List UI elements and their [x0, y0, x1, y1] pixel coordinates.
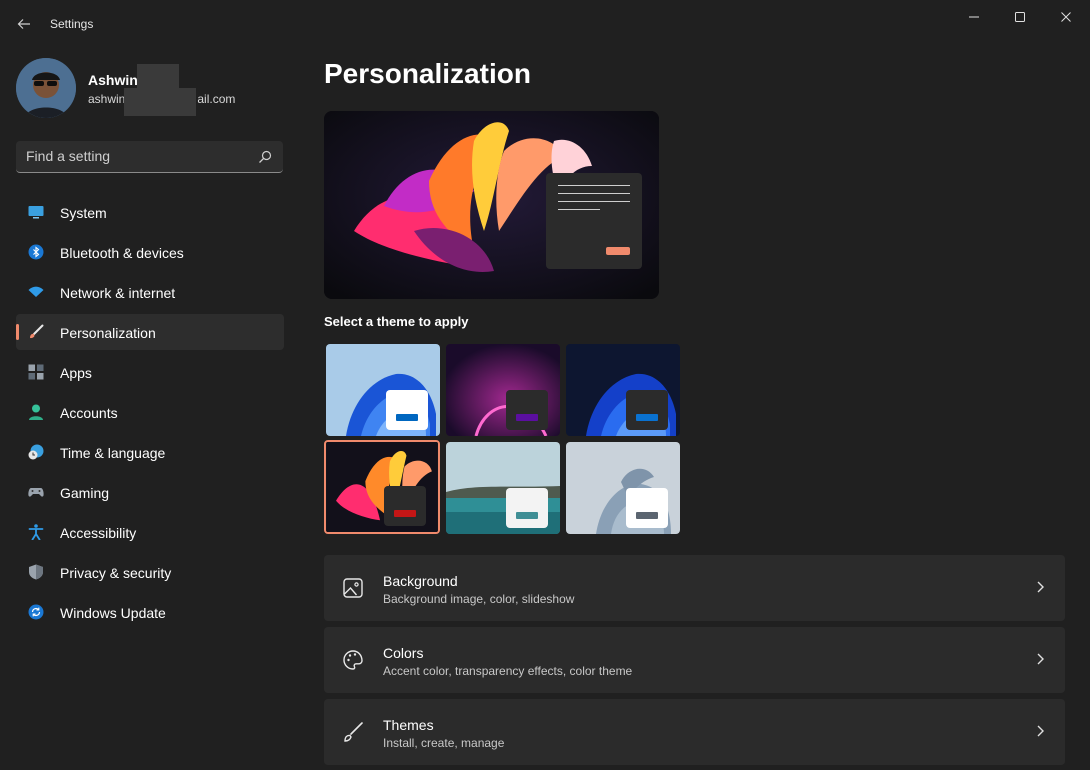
sidebar-nav: System Bluetooth & devices Network & int…: [16, 194, 284, 634]
preview-text-line: [558, 201, 630, 202]
theme-preview-chip: [626, 488, 668, 528]
sidebar-item-apps[interactable]: Apps: [16, 354, 284, 390]
setting-title: Background: [383, 573, 458, 589]
brush-icon: [344, 722, 363, 742]
theme-accent-bar: [394, 510, 416, 517]
sidebar-item-windows-update[interactable]: Windows Update: [16, 594, 284, 630]
sidebar-item-label: Time & language: [60, 445, 166, 461]
back-arrow-icon: [17, 19, 30, 29]
theme-section-heading: Select a theme to apply: [324, 314, 469, 329]
theme-tile-glow[interactable]: [446, 344, 560, 436]
theme-tile-windows-dark[interactable]: [566, 344, 680, 436]
sidebar-item-personalization[interactable]: Personalization: [16, 314, 284, 350]
user-name: Ashwin: [88, 72, 138, 88]
theme-preview: [324, 111, 659, 299]
sidebar-item-accessibility[interactable]: Accessibility: [16, 514, 284, 550]
sidebar-item-label: Privacy & security: [60, 565, 172, 581]
maximize-button[interactable]: [1000, 6, 1040, 28]
avatar: [16, 58, 76, 118]
sidebar-item-system[interactable]: System: [16, 194, 284, 230]
sidebar-item-network-internet[interactable]: Network & internet: [16, 274, 284, 310]
theme-preview-chip: [386, 390, 428, 430]
bluetooth-icon: [28, 244, 44, 260]
setting-subtitle: Background image, color, slideshow: [383, 592, 575, 606]
setting-subtitle: Accent color, transparency effects, colo…: [383, 664, 633, 678]
setting-colors[interactable]: Colors Accent color, transparency effect…: [324, 627, 1065, 693]
setting-background[interactable]: Background Background image, color, slid…: [324, 555, 1065, 621]
setting-themes[interactable]: Themes Install, create, manage: [324, 699, 1065, 765]
theme-tile-captured-motion[interactable]: [324, 440, 440, 534]
maximize-icon: [1015, 12, 1025, 22]
system-icon: [28, 206, 44, 219]
theme-accent-bar: [636, 512, 658, 519]
personalization-brush-icon: [30, 324, 44, 339]
accessibility-icon: [28, 524, 44, 540]
sidebar-item-privacy-security[interactable]: Privacy & security: [16, 554, 284, 590]
theme-tile-flow[interactable]: [566, 442, 680, 534]
minimize-button[interactable]: [954, 6, 994, 28]
theme-preview-chip: [384, 486, 426, 526]
sidebar-item-label: Accessibility: [60, 525, 137, 541]
preview-window-mock: [546, 173, 642, 269]
palette-icon: [343, 650, 363, 670]
back-button[interactable]: [10, 12, 38, 36]
picture-icon: [343, 578, 363, 598]
sidebar-item-label: System: [60, 205, 107, 221]
title-bar: Settings: [0, 0, 1090, 48]
sidebar-item-time-language[interactable]: Time & language: [16, 434, 284, 470]
sidebar-item-label: Gaming: [60, 485, 110, 501]
sidebar-item-gaming[interactable]: Gaming: [16, 474, 284, 510]
theme-preview-chip: [626, 390, 668, 430]
preview-text-line: [558, 193, 630, 194]
theme-tile-sunrise[interactable]: [446, 442, 560, 534]
shield-icon: [29, 564, 43, 580]
theme-accent-bar: [396, 414, 418, 421]
preview-text-line: [558, 209, 600, 210]
apps-icon: [28, 364, 44, 380]
sidebar-item-label: Apps: [60, 365, 92, 381]
preview-text-line: [558, 185, 630, 186]
sidebar-item-label: Windows Update: [60, 605, 166, 621]
sidebar-item-label: Accounts: [60, 405, 118, 421]
search-input[interactable]: [26, 148, 246, 164]
time-language-icon: [28, 444, 44, 460]
sidebar-item-label: Bluetooth & devices: [60, 245, 184, 261]
theme-preview-chip: [506, 488, 548, 528]
setting-subtitle: Install, create, manage: [383, 736, 505, 750]
theme-accent-bar: [516, 414, 538, 421]
redaction-block: [124, 88, 196, 116]
settings-list: Background Background image, color, slid…: [324, 555, 1065, 770]
close-button[interactable]: [1046, 6, 1086, 28]
sidebar-item-label: Personalization: [60, 325, 156, 341]
preview-accent-button: [606, 247, 630, 255]
chevron-right-icon: [1037, 581, 1044, 593]
accounts-icon: [29, 404, 43, 420]
windows-update-icon: [28, 604, 44, 620]
sidebar-item-accounts[interactable]: Accounts: [16, 394, 284, 430]
minimize-icon: [969, 16, 979, 18]
theme-preview-chip: [506, 390, 548, 430]
sidebar-item-bluetooth-devices[interactable]: Bluetooth & devices: [16, 234, 284, 270]
user-profile[interactable]: Ashwin ashwin ail.com: [16, 58, 286, 118]
search-box[interactable]: [16, 141, 283, 173]
theme-accent-bar: [636, 414, 658, 421]
setting-title: Themes: [383, 717, 434, 733]
close-icon: [1061, 12, 1071, 22]
theme-tile-windows-light[interactable]: [326, 344, 440, 436]
page-title: Personalization: [324, 58, 531, 89]
app-title: Settings: [50, 17, 94, 31]
setting-title: Colors: [383, 645, 424, 661]
theme-grid: [324, 342, 684, 538]
search-icon[interactable]: [257, 149, 273, 165]
theme-accent-bar: [516, 512, 538, 519]
sidebar-item-label: Network & internet: [60, 285, 176, 301]
gaming-icon: [28, 488, 44, 497]
chevron-right-icon: [1037, 725, 1044, 737]
network-icon: [28, 286, 44, 297]
chevron-right-icon: [1037, 653, 1044, 665]
